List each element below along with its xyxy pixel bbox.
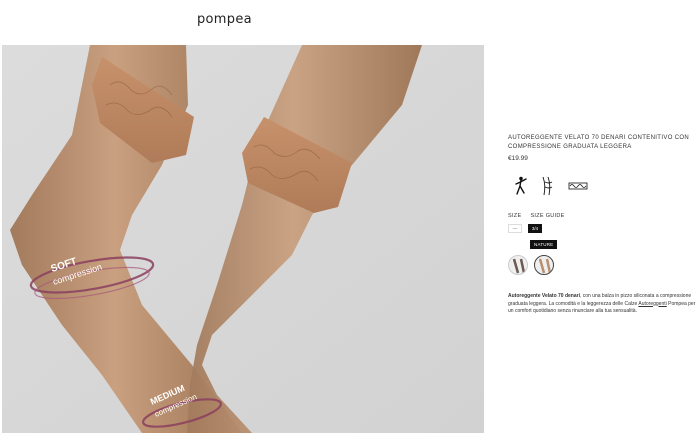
site-header: pompea <box>0 0 700 44</box>
product-hero-image: SOFT compression MEDIUM compression <box>2 45 484 433</box>
swatch-nature[interactable] <box>534 255 554 275</box>
size-option[interactable]: — <box>508 224 522 233</box>
legs-icon <box>542 176 553 196</box>
color-swatches <box>508 255 700 275</box>
dancer-icon <box>515 176 527 195</box>
size-options: — 3/4 <box>508 224 700 233</box>
desc-bold: Autoreggente Velato 70 denari <box>508 293 580 299</box>
size-label: SIZE <box>508 213 522 219</box>
size-option-selected[interactable]: 3/4 <box>528 224 542 233</box>
pompea-logo[interactable]: pompea <box>197 12 252 27</box>
product-info: AUTOREGGENTE VELATO 70 DENARI CONTENITIV… <box>508 134 700 316</box>
selected-color-badge: NATURE <box>530 240 558 249</box>
product-price: €19.99 <box>508 155 528 162</box>
legs-illustration: SOFT compression MEDIUM compression <box>2 45 484 433</box>
product-description: Autoreggente Velato 70 denari, con una b… <box>508 293 700 316</box>
feature-icons <box>508 175 700 197</box>
size-row: SIZE SIZE GUIDE <box>508 213 700 219</box>
size-guide-link[interactable]: SIZE GUIDE <box>530 213 564 219</box>
lace-band-icon <box>568 182 588 190</box>
autoreggenti-link[interactable]: Autoreggenti <box>638 301 666 307</box>
swatch-nero[interactable] <box>508 255 528 275</box>
product-title: AUTOREGGENTE VELATO 70 DENARI CONTENITIV… <box>508 135 690 150</box>
